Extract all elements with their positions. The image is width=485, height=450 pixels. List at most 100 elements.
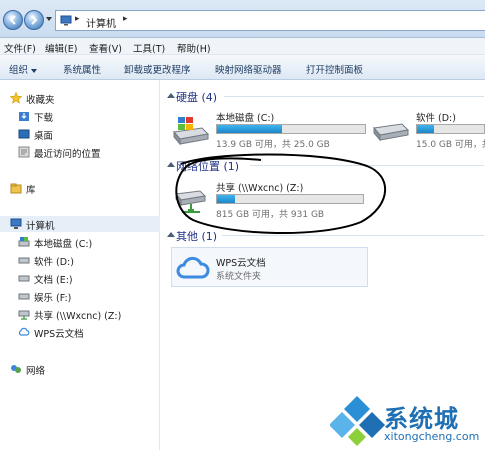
- title-bar: ▸ 计算机 ▸: [0, 0, 485, 38]
- group-title: 其他 (1): [176, 230, 218, 243]
- system-drive-icon: [18, 237, 30, 247]
- system-drive-icon: [173, 117, 210, 146]
- drive-usage-bar: [216, 194, 364, 204]
- command-bar: 组织 系统属性 卸载或更改程序 映射网络驱动器 打开控制面板: [0, 55, 485, 80]
- group-header-hard-drives[interactable]: 硬盘 (4): [164, 88, 484, 104]
- drive-free-space: 13.9 GB 可用，共 25.0 GB: [216, 140, 330, 150]
- sidebar-item-label: 娱乐 (F:): [34, 293, 72, 304]
- sidebar-item-label: 本地磁盘 (C:): [34, 239, 93, 250]
- drive-free-space: 815 GB 可用，共 931 GB: [216, 210, 325, 220]
- sidebar-item-label: 软件 (D:): [34, 257, 74, 268]
- menu-view[interactable]: 查看(V): [89, 41, 122, 55]
- sidebar-item-label: 文档 (E:): [34, 275, 73, 286]
- collapse-arrow-icon: [167, 232, 175, 237]
- back-button[interactable]: [3, 10, 23, 30]
- chevron-right-icon[interactable]: ▸: [123, 14, 128, 24]
- drive-usage-fill: [217, 125, 283, 133]
- sidebar-item-drive-e[interactable]: 文档 (E:): [0, 270, 160, 286]
- organize-button[interactable]: 组织: [9, 62, 38, 76]
- navigation-pane: 收藏夹 下载 桌面 最近访问的位置 库 计算机 本地磁盘 (C:) 软件 (D:…: [0, 80, 160, 450]
- sidebar-item-computer[interactable]: 计算机: [0, 216, 160, 232]
- sidebar-item-label: 下载: [34, 113, 54, 124]
- network-drive-icon: [18, 310, 30, 320]
- back-arrow-icon: [9, 15, 16, 25]
- sidebar-item-drive-z[interactable]: 共享 (\\Wxcnc) (Z:): [0, 306, 160, 322]
- group-divider: [250, 165, 484, 166]
- address-bar[interactable]: ▸ 计算机 ▸: [55, 10, 485, 31]
- sidebar-item-wps[interactable]: WPS云文档: [0, 324, 160, 340]
- sidebar-item-libraries[interactable]: 库: [0, 180, 160, 196]
- cloud-icon: [176, 256, 210, 279]
- watermark-url: xitongcheng.com: [384, 430, 480, 443]
- organize-label: 组织: [9, 65, 29, 76]
- system-properties-button[interactable]: 系统属性: [63, 62, 101, 76]
- sidebar-item-drive-c[interactable]: 本地磁盘 (C:): [0, 234, 160, 250]
- map-network-drive-button[interactable]: 映射网络驱动器: [215, 62, 282, 76]
- group-title: 网络位置 (1): [176, 160, 240, 173]
- sidebar-item-network[interactable]: 网络: [0, 361, 160, 377]
- recent-places-icon: [18, 146, 30, 158]
- collapse-arrow-icon: [167, 162, 175, 167]
- wps-cloud-docs-tile[interactable]: WPS云文档 系统文件夹: [171, 247, 368, 287]
- content-pane: 硬盘 (4) 本地磁盘 (C:) 13.9 GB 可用，共 25.0 GB 软件…: [160, 80, 485, 450]
- computer-icon: [60, 15, 72, 26]
- wps-name: WPS云文档: [216, 258, 266, 269]
- sidebar-item-label: 网络: [26, 366, 46, 377]
- forward-button[interactable]: [24, 10, 44, 30]
- menu-bar: 文件(F) 编辑(E) 查看(V) 工具(T) 帮助(H): [0, 38, 485, 55]
- sidebar-item-drive-f[interactable]: 娱乐 (F:): [0, 288, 160, 304]
- sidebar-item-label: 最近访问的位置: [34, 149, 101, 160]
- watermark-brand: 系统城: [384, 405, 459, 433]
- menu-tools[interactable]: 工具(T): [133, 41, 165, 55]
- hard-drive-icon: [373, 123, 410, 142]
- group-divider: [222, 235, 484, 236]
- sidebar-item-label: 库: [26, 185, 36, 196]
- chevron-down-icon: [31, 68, 38, 73]
- sidebar-item-downloads[interactable]: 下载: [0, 108, 160, 124]
- watermark-logo-icon: [330, 396, 385, 446]
- collapse-arrow-icon: [167, 93, 175, 98]
- menu-file[interactable]: 文件(F): [4, 41, 36, 55]
- drive-free-space: 15.0 GB 可用，共: [416, 140, 485, 150]
- sidebar-item-label: 桌面: [34, 131, 54, 142]
- sidebar-item-favorites[interactable]: 收藏夹: [0, 90, 160, 106]
- drive-d-tile[interactable]: 软件 (D:) 15.0 GB 可用，共: [372, 110, 485, 154]
- sidebar-item-desktop[interactable]: 桌面: [0, 126, 160, 142]
- sidebar-item-label: 共享 (\\Wxcnc) (Z:): [34, 311, 122, 322]
- menu-edit[interactable]: 编辑(E): [45, 41, 77, 55]
- menu-help[interactable]: 帮助(H): [177, 41, 211, 55]
- forward-arrow-icon: [31, 15, 38, 25]
- drive-name: 软件 (D:): [416, 113, 456, 124]
- address-segment[interactable]: 计算机: [86, 15, 116, 30]
- wps-type: 系统文件夹: [216, 272, 262, 282]
- drive-usage-fill: [417, 125, 434, 133]
- open-control-panel-button[interactable]: 打开控制面板: [306, 62, 363, 76]
- group-divider: [224, 96, 484, 97]
- hard-drive-icon: [18, 293, 30, 300]
- recent-pages-dropdown[interactable]: [46, 17, 52, 21]
- drive-usage-bar: [416, 124, 485, 134]
- drive-usage-fill: [217, 195, 235, 203]
- computer-icon: [10, 218, 22, 229]
- desktop-icon: [18, 129, 30, 139]
- group-header-other[interactable]: 其他 (1): [164, 227, 484, 243]
- downloads-folder-icon: [19, 112, 29, 121]
- group-title: 硬盘 (4): [176, 91, 218, 104]
- sidebar-item-recent[interactable]: 最近访问的位置: [0, 144, 160, 160]
- sidebar-item-label: 计算机: [26, 221, 55, 232]
- drive-name: 本地磁盘 (C:): [216, 113, 275, 124]
- drive-z-tile[interactable]: 共享 (\\Wxcnc) (Z:) 815 GB 可用，共 931 GB: [172, 180, 382, 224]
- cloud-icon: [18, 327, 30, 336]
- hard-drive-icon: [18, 257, 30, 264]
- group-header-network-locations[interactable]: 网络位置 (1): [164, 157, 484, 173]
- drive-c-tile[interactable]: 本地磁盘 (C:) 13.9 GB 可用，共 25.0 GB: [172, 110, 367, 154]
- uninstall-program-button[interactable]: 卸载或更改程序: [124, 62, 191, 76]
- drive-usage-bar: [216, 124, 366, 134]
- drive-name: 共享 (\\Wxcnc) (Z:): [216, 183, 304, 194]
- chevron-right-icon[interactable]: ▸: [75, 14, 80, 24]
- network-drive-icon: [175, 190, 207, 213]
- sidebar-item-drive-d[interactable]: 软件 (D:): [0, 252, 160, 268]
- hard-drive-icon: [18, 275, 30, 282]
- libraries-icon: [10, 183, 22, 194]
- sidebar-item-label: 收藏夹: [26, 95, 55, 106]
